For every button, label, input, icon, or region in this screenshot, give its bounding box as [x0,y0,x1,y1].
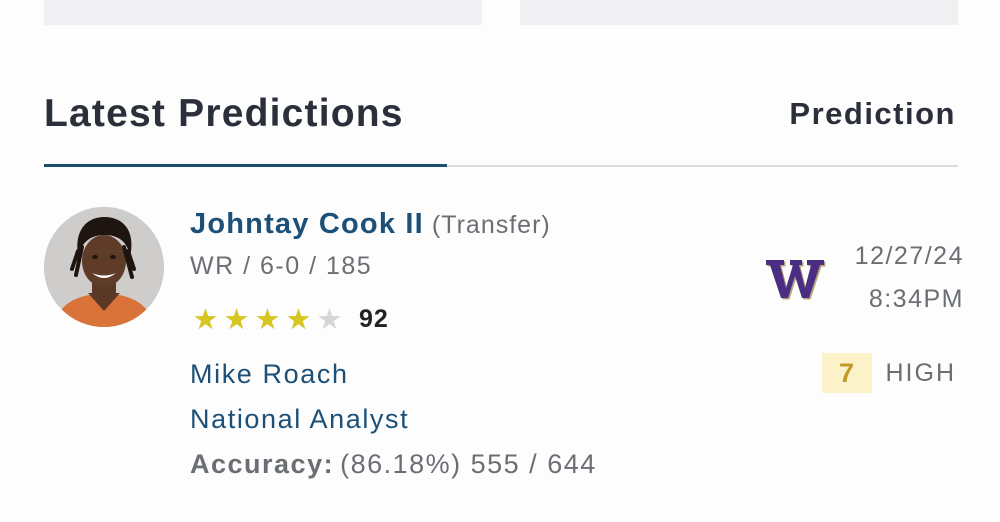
star-filled-icon: ★ [223,302,250,336]
player-photo [44,207,164,327]
w-logo-graphic [766,260,826,300]
star-rating: ★ ★ ★ ★ ★ [190,304,345,334]
star-filled-icon: ★ [285,302,312,336]
rating-value: 92 [359,304,389,333]
top-card-right[interactable] [520,0,958,25]
washington-w-logo-icon[interactable] [764,256,826,302]
player-avatar[interactable] [44,207,164,327]
player-name-link[interactable]: Johntay Cook II [190,208,424,240]
transfer-tag: (Transfer) [431,211,551,239]
confidence: 7 HIGH [821,353,957,393]
top-card-left[interactable] [44,0,482,25]
analyst-accuracy: Accuracy: (86.18%) 555 / 644 [190,447,597,481]
confidence-level: HIGH [885,358,956,387]
accuracy-label: Accuracy: [190,449,335,479]
accuracy-value: (86.18%) 555 / 644 [340,449,597,479]
prediction-column-header: Prediction [789,96,956,131]
analyst-name-link[interactable]: Mike Roach [190,357,349,391]
prediction-date: 12/27/24 [854,242,964,270]
prediction-time: 8:34PM [868,285,964,313]
predictions-page: Latest Predictions Prediction Johntay Co… [0,0,1000,522]
player-position-size: WR / 6-0 / 185 [190,252,373,280]
analyst-role: National Analyst [190,404,410,434]
title-underline [44,164,447,167]
player-rating: ★ ★ ★ ★ ★ 92 [190,302,389,336]
section-title: Latest Predictions [44,92,404,135]
star-filled-icon: ★ [254,302,281,336]
star-filled-icon: ★ [192,302,219,336]
confidence-score-badge: 7 [821,353,872,393]
player-header: Johntay Cook II (Transfer) [190,206,551,247]
star-empty-icon: ★ [316,302,343,336]
